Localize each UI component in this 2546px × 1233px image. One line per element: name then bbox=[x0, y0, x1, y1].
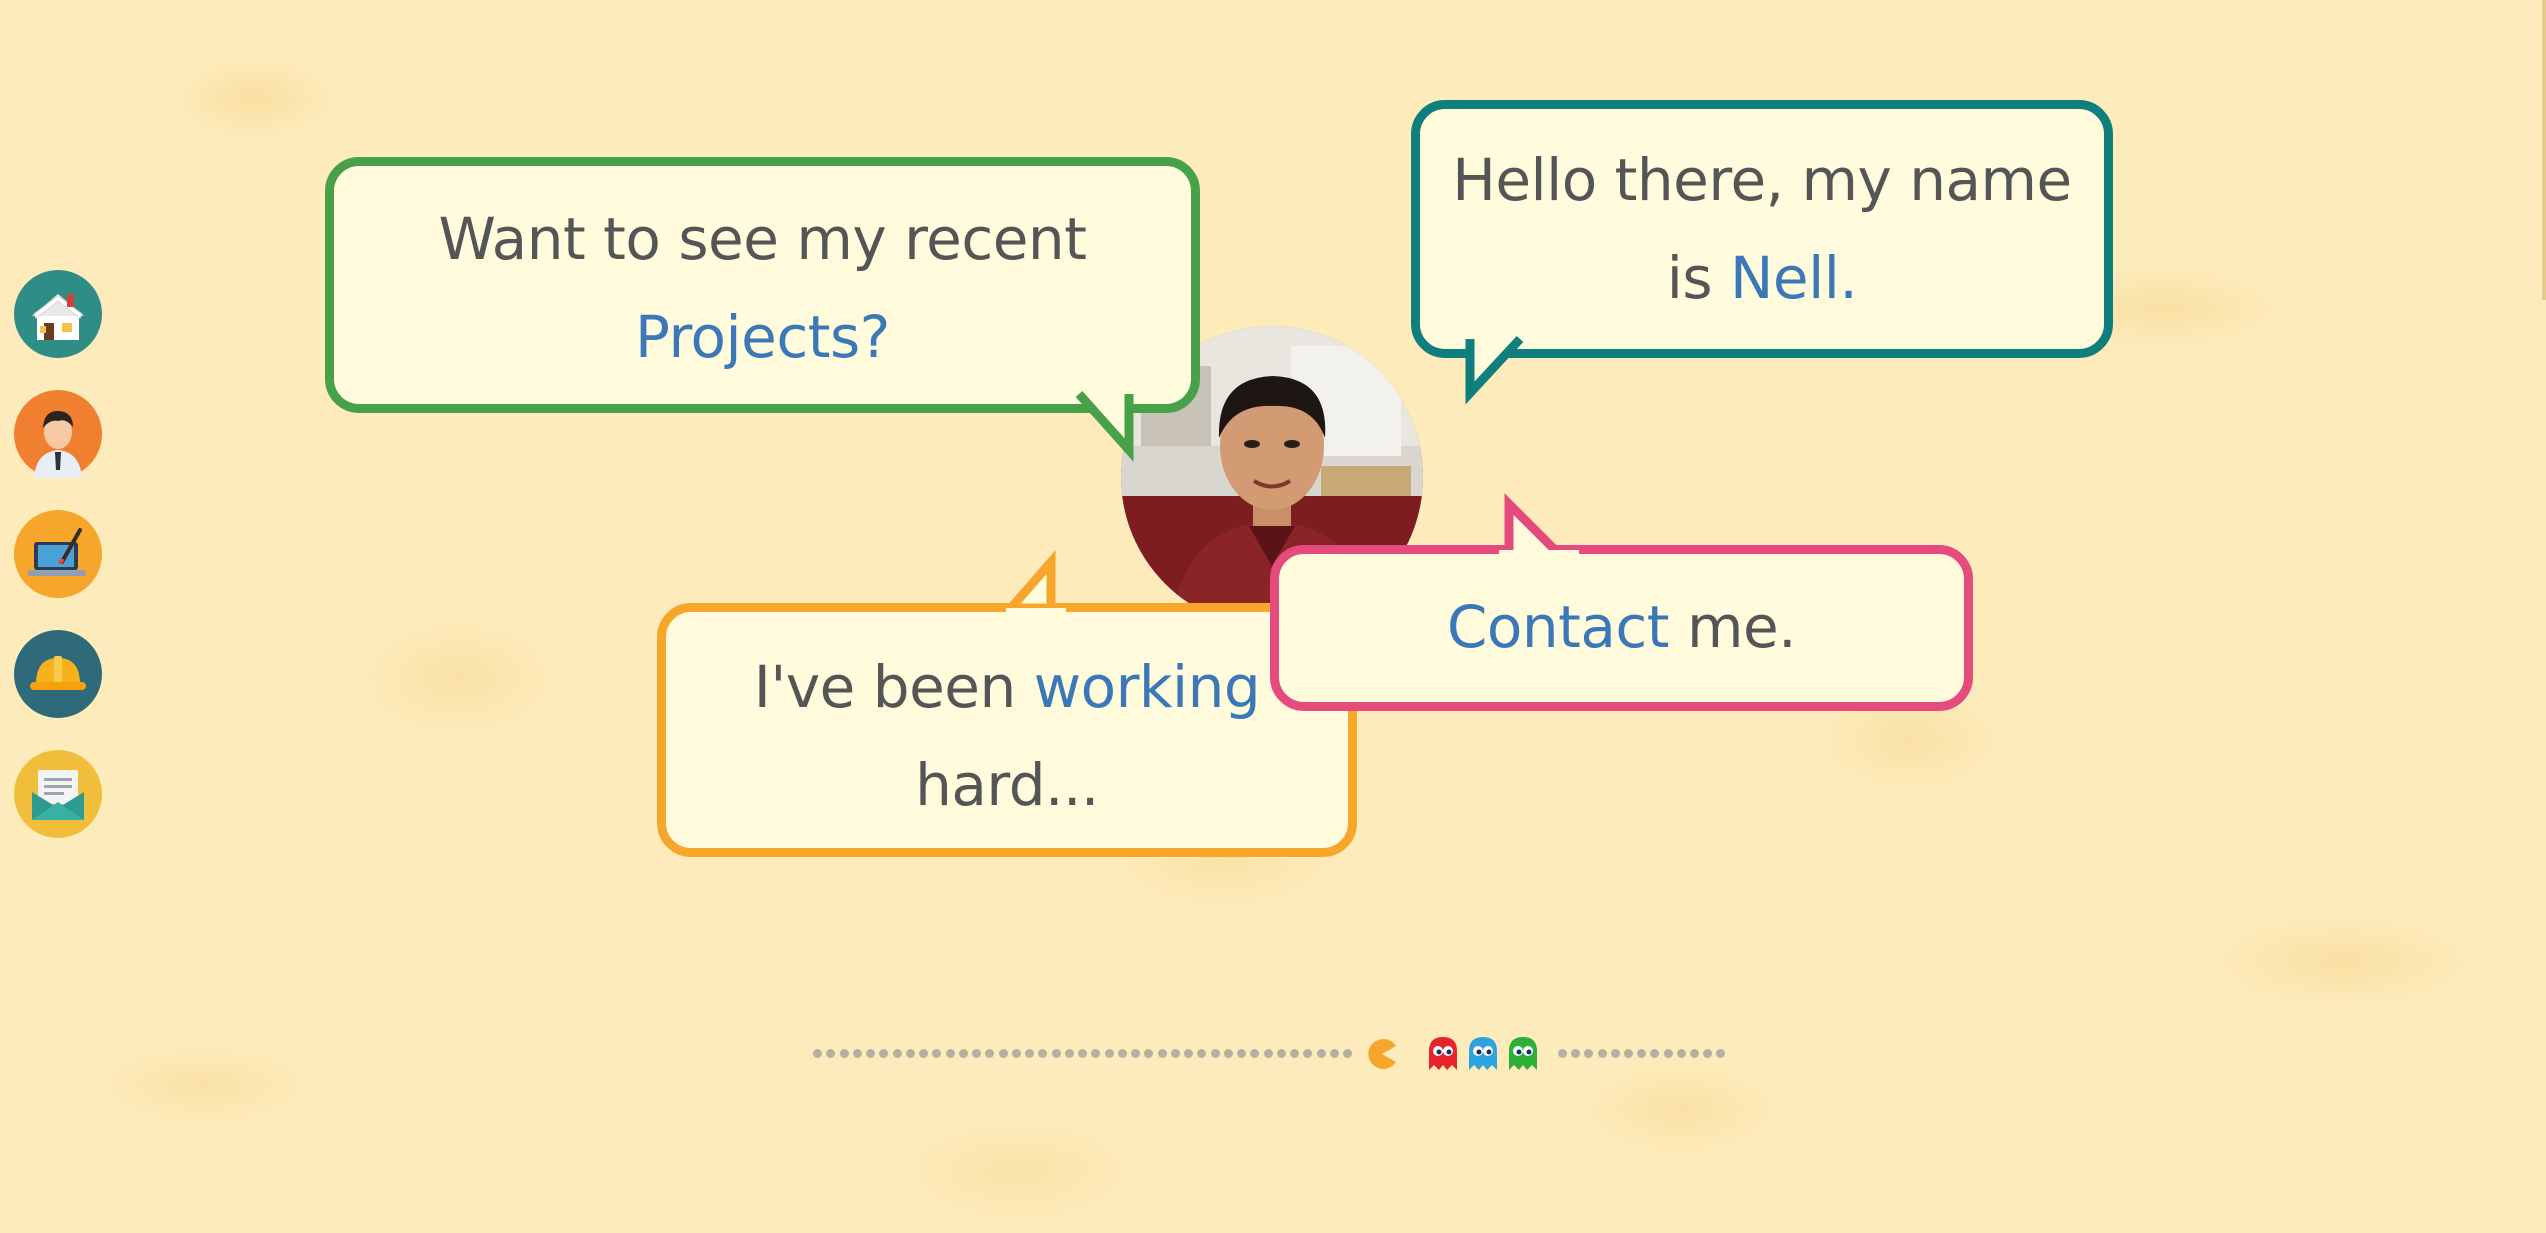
nav-work-button[interactable] bbox=[14, 630, 102, 718]
greeting-prefix: is bbox=[1666, 244, 1713, 312]
working-prefix: I've been bbox=[753, 653, 1016, 721]
working-speech-bubble: I've been working hard... bbox=[657, 549, 1357, 857]
bubble-tail bbox=[1465, 335, 1524, 405]
contact-suffix: me. bbox=[1669, 593, 1797, 661]
projects-bubble-line: Want to see my recent bbox=[438, 205, 1087, 273]
name-link[interactable]: Nell. bbox=[1730, 244, 1858, 312]
contact-speech-bubble: Contact me. bbox=[1270, 493, 1973, 711]
laptop-brush-icon bbox=[14, 510, 102, 598]
nav-home-button[interactable] bbox=[14, 270, 102, 358]
bubble-tail bbox=[1075, 390, 1134, 462]
bubble-tail bbox=[1006, 549, 1066, 622]
greeting-line: Hello there, my name bbox=[1452, 146, 2072, 214]
nav-about-button[interactable] bbox=[14, 390, 102, 478]
hard-hat-icon bbox=[14, 630, 102, 718]
envelope-icon bbox=[14, 750, 102, 838]
nav-projects-button[interactable] bbox=[14, 510, 102, 598]
greeting-speech-bubble: Hello there, my name is Nell. bbox=[1411, 100, 2113, 405]
house-icon bbox=[14, 270, 102, 358]
working-link[interactable]: working bbox=[1034, 653, 1261, 721]
person-avatar-icon bbox=[14, 390, 102, 478]
contact-link[interactable]: Contact bbox=[1447, 593, 1670, 661]
projects-speech-bubble: Want to see my recent Projects? bbox=[325, 157, 1200, 462]
projects-link[interactable]: Projects? bbox=[635, 303, 890, 371]
nav-contact-button[interactable] bbox=[14, 750, 102, 838]
scrollbar[interactable] bbox=[2542, 0, 2546, 300]
working-line2: hard... bbox=[915, 751, 1099, 819]
bubble-tail bbox=[1499, 493, 1579, 564]
